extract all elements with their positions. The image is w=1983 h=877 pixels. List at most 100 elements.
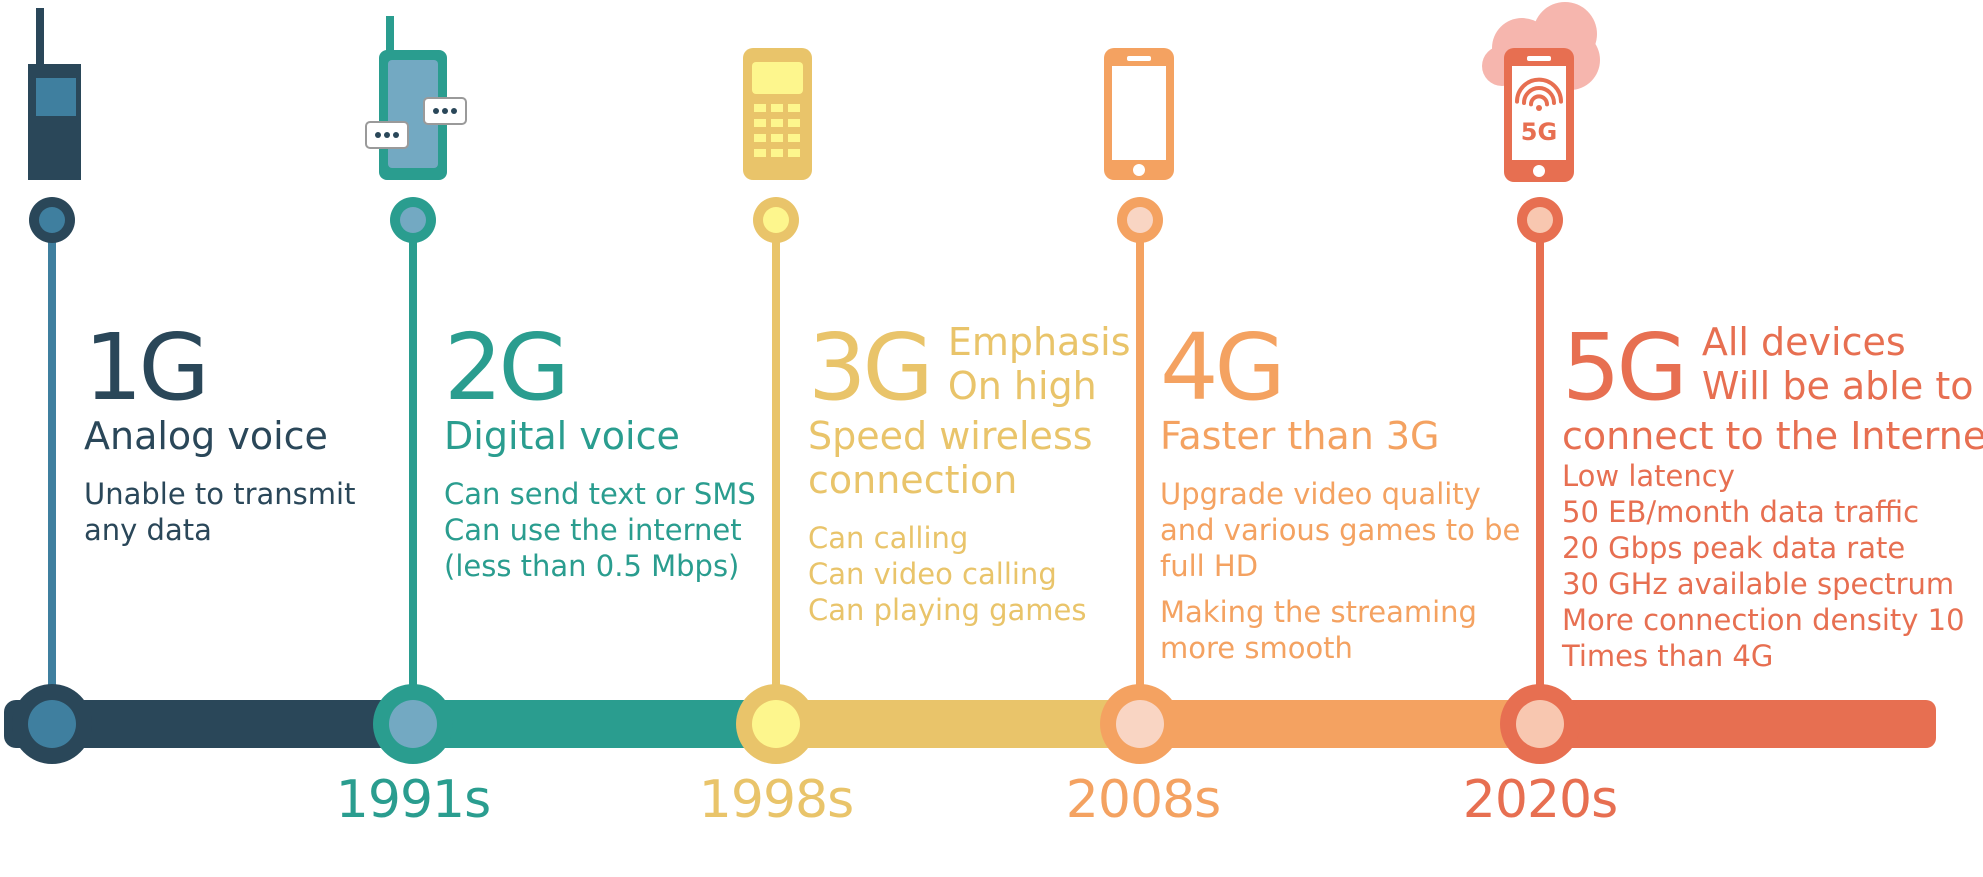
gen-code: 3G — [808, 314, 934, 421]
timeline-bar-segment — [776, 700, 1140, 748]
phone-screen — [36, 78, 76, 116]
top-node-core — [39, 207, 65, 233]
gen-emphasis: Emphasis On high — [948, 320, 1131, 408]
bar-node-core — [1516, 700, 1564, 748]
gen-features: Can calling Can video calling Can playin… — [808, 520, 1131, 628]
device-5g-label: 5G — [1521, 118, 1557, 146]
year-label-2g: 1991s — [335, 770, 491, 830]
5g-cloud-phone-icon: 5G — [1482, 2, 1600, 182]
feature-item: Can video calling — [808, 557, 1057, 591]
feature-item: any data — [84, 513, 212, 547]
gen-code: 5G — [1562, 314, 1688, 421]
timeline-bar-segment — [413, 700, 776, 748]
keypad-key — [754, 119, 766, 127]
keypad-key — [771, 134, 783, 142]
feature-item: Unable to transmit — [84, 477, 356, 511]
gen-code: 1G — [84, 314, 210, 421]
feature-item: 50 EB/month data traffic — [1562, 495, 1920, 529]
keypad-key — [771, 119, 783, 127]
gen-title-line: Faster than 3G — [1160, 414, 1440, 458]
top-node-core — [400, 207, 426, 233]
gen-1g-block: 1G Analog voice Unable to transmit any d… — [84, 322, 355, 548]
keypad-key — [788, 119, 800, 127]
year-label-4g: 2008s — [1065, 770, 1221, 830]
network-evolution-timeline: 5G 1G Analog voice Unable to transmit an… — [0, 0, 1983, 877]
gen-title-line: Analog voice — [84, 414, 328, 458]
feature-item: 30 GHz available spectrum — [1562, 567, 1955, 601]
feature-item: and various games to be — [1160, 513, 1521, 547]
gen-title: connect to the Internet — [1562, 414, 1983, 458]
bar-node-core — [28, 700, 76, 748]
gen-code: 4G — [1160, 314, 1286, 421]
keypad-key — [788, 149, 800, 157]
gen-4g-block: 4G Faster than 3G Upgrade video quality … — [1160, 322, 1520, 666]
gen-title: Faster than 3G — [1160, 414, 1520, 458]
chat-dot — [384, 132, 390, 138]
home-button — [1533, 165, 1545, 177]
gen-features: Low latency 50 EB/month data traffic 20 … — [1562, 458, 1983, 674]
phone-screen — [1112, 66, 1166, 160]
bar-node-core — [389, 700, 437, 748]
feature-item: Low latency — [1562, 459, 1735, 493]
feature-item: Can use the internet — [444, 513, 742, 547]
year-label-5g: 2020s — [1462, 770, 1618, 830]
gen-title-line: connect to the Internet — [1562, 414, 1983, 458]
brick-phone-icon — [28, 8, 81, 180]
top-node-core — [1127, 207, 1153, 233]
top-node-core — [1527, 207, 1553, 233]
feature-item: more smooth — [1160, 631, 1353, 665]
keypad-key — [788, 134, 800, 142]
gen-title: Speed wireless connection — [808, 414, 1131, 502]
gen-5g-block: 5G All devices Will be able to connect t… — [1562, 314, 1983, 674]
chat-dot — [433, 108, 439, 114]
home-button — [1133, 164, 1145, 176]
gen-title-line: Digital voice — [444, 414, 680, 458]
keypad-phone-icon — [743, 48, 812, 180]
keypad-key — [754, 104, 766, 112]
gen-emphasis-line: On high — [947, 364, 1097, 408]
bar-node-core — [1116, 700, 1164, 748]
feature-item: Times than 4G — [1562, 639, 1774, 673]
gen-2g-block: 2G Digital voice Can send text or SMS Ca… — [444, 322, 756, 584]
feature-item: More connection density 10 — [1562, 603, 1965, 637]
gen-features: Can send text or SMS Can use the interne… — [444, 476, 756, 584]
wifi-dot — [1536, 105, 1542, 111]
gen-title: Analog voice — [84, 414, 355, 458]
keypad-key — [788, 104, 800, 112]
phone-screen — [752, 62, 803, 94]
chat-dot — [393, 132, 399, 138]
feature-item: 20 Gbps peak data rate — [1562, 531, 1906, 565]
chat-dot — [451, 108, 457, 114]
gen-emphasis: All devices Will be able to — [1702, 320, 1974, 408]
year-label-3g: 1998s — [698, 770, 854, 830]
timeline-bar-segment — [1540, 700, 1936, 748]
feature-item: Can calling — [808, 521, 969, 555]
gen-features: Unable to transmit any data — [84, 476, 355, 548]
gen-code: 2G — [444, 314, 570, 421]
chat-dot — [375, 132, 381, 138]
antenna — [36, 8, 44, 68]
keypad-key — [771, 149, 783, 157]
keypad-key — [754, 134, 766, 142]
gen-3g-block: 3G Emphasis On high Speed wireless conne… — [808, 314, 1131, 628]
keypad-key — [771, 104, 783, 112]
gen-emphasis-line: All devices — [1701, 320, 1906, 364]
gen-title-line: connection — [808, 458, 1018, 502]
bar-node-core — [752, 700, 800, 748]
feature-item: full HD — [1160, 549, 1259, 583]
feature-item: Making the streaming — [1160, 595, 1477, 629]
feature-item: Can playing games — [808, 593, 1087, 627]
keypad-key — [754, 149, 766, 157]
gen-title-line: Speed wireless — [808, 414, 1093, 458]
speaker-slot — [1527, 56, 1551, 61]
gen-emphasis-line: Emphasis — [947, 320, 1131, 364]
chat-dot — [442, 108, 448, 114]
timeline-bar-segment — [1140, 700, 1540, 748]
gen-features: Upgrade video quality and various games … — [1160, 476, 1520, 666]
sms-phone-icon — [365, 16, 467, 180]
feature-item: Can send text or SMS — [444, 477, 756, 511]
top-node-core — [763, 207, 789, 233]
gen-title: Digital voice — [444, 414, 756, 458]
feature-item: Upgrade video quality — [1160, 477, 1481, 511]
gen-emphasis-line: Will be able to — [1701, 364, 1974, 408]
